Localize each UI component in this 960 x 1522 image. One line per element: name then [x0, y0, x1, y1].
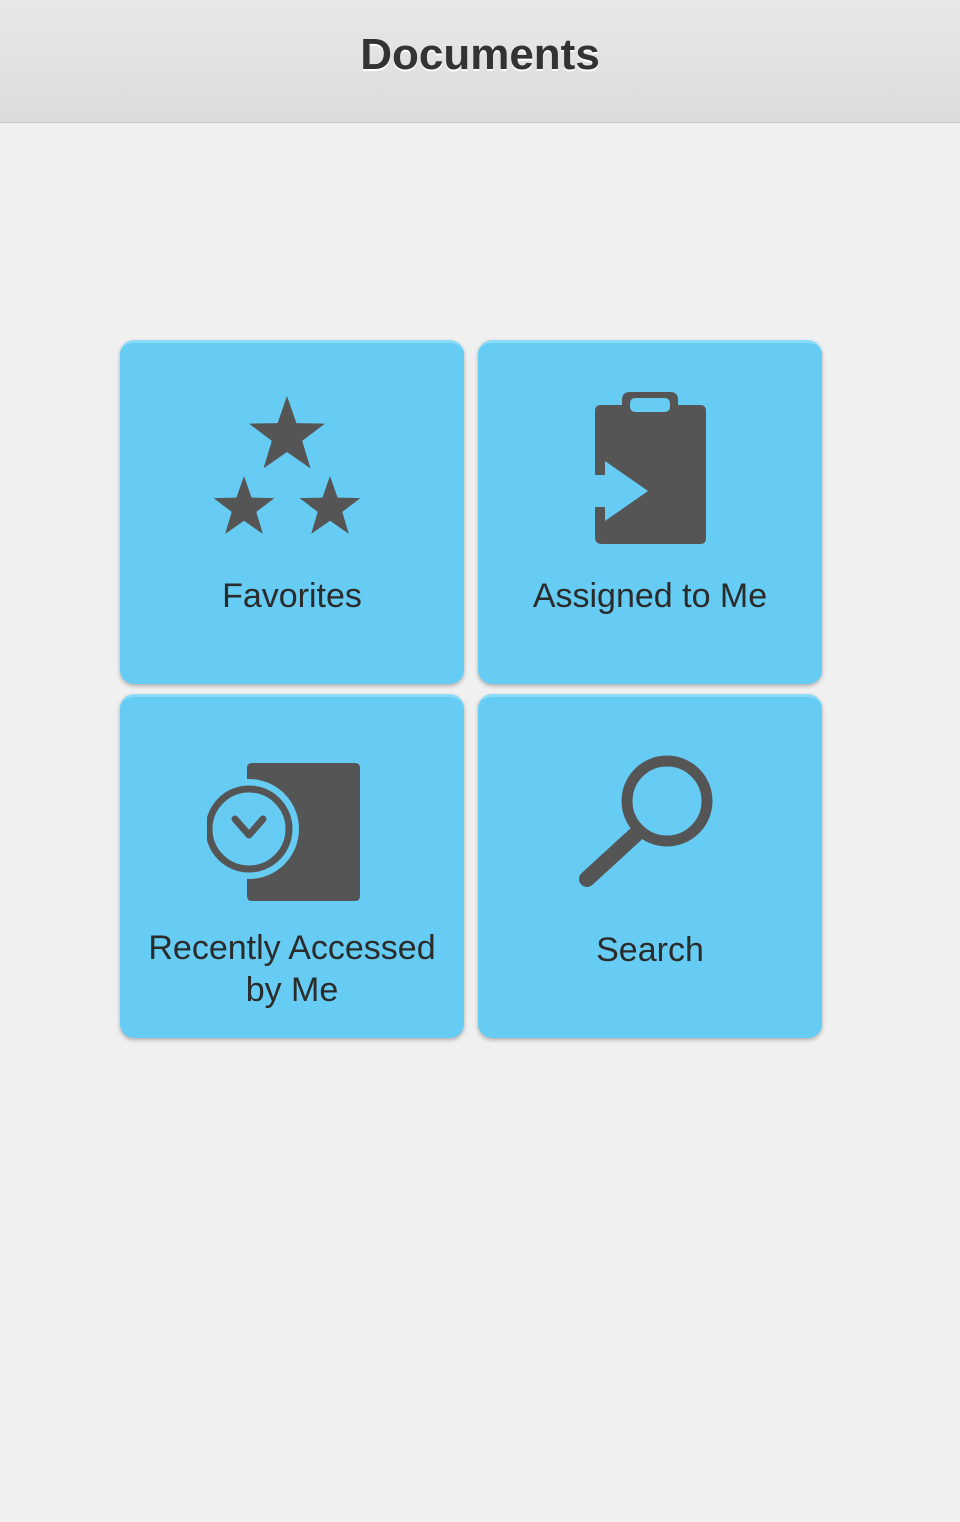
recently-accessed-label: Recently Accessed by Me — [120, 927, 464, 1011]
clipboard-assign-icon — [478, 391, 822, 551]
recently-accessed-tile-button[interactable]: Recently Accessed by Me — [120, 694, 464, 1038]
stars-icon — [120, 391, 464, 541]
search-label: Search — [596, 931, 704, 969]
favorites-label: Favorites — [222, 577, 362, 615]
favorites-tile-button[interactable]: Favorites — [120, 340, 464, 684]
search-tile-button[interactable]: Search — [478, 694, 822, 1038]
assigned-to-me-label: Assigned to Me — [532, 577, 768, 615]
page-title: Documents — [360, 30, 600, 79]
recently-accessed-label-line2: by Me — [245, 971, 339, 1009]
magnifier-icon — [478, 751, 822, 891]
recent-document-clock-icon — [120, 757, 464, 907]
recently-accessed-label-line1: Recently Accessed — [148, 929, 436, 967]
assigned-to-me-tile-button[interactable]: Assigned to Me — [478, 340, 822, 684]
app-header: Documents — [0, 0, 960, 123]
